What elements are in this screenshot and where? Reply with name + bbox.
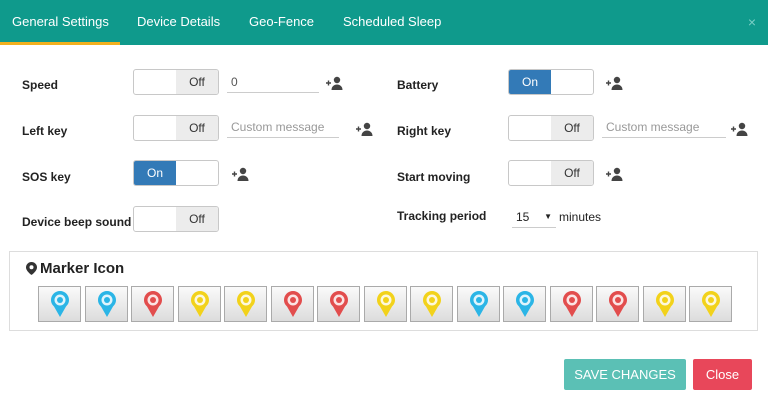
tab-bar: General Settings Device Details Geo-Fenc… [0, 0, 768, 45]
start-moving-toggle-off: Off [551, 161, 593, 185]
sos-key-toggle[interactable]: On [133, 160, 219, 186]
start-moving-label: Start moving [397, 170, 471, 184]
tracking-period-unit: minutes [559, 210, 602, 224]
right-key-message-input[interactable] [602, 116, 726, 138]
right-key-toggle-off: Off [551, 116, 593, 140]
sos-key-toggle-on: On [134, 161, 176, 185]
marker-option-flower[interactable] [596, 286, 639, 322]
flower-marker-icon [609, 291, 627, 317]
target-marker-icon [190, 291, 209, 317]
tab-geo-fence[interactable]: Geo-Fence [249, 0, 314, 45]
speed-input[interactable] [227, 71, 319, 93]
marker-option-bulb[interactable] [410, 286, 453, 322]
sos-key-label: SOS key [22, 170, 71, 184]
marker-option-cloud[interactable] [131, 286, 174, 322]
left-key-message-input[interactable] [227, 116, 339, 138]
globe-marker-icon [51, 291, 69, 317]
add-user-icon[interactable] [232, 167, 250, 181]
tracking-period-label: Tracking period [397, 209, 487, 223]
start-moving-toggle[interactable]: Off [508, 160, 594, 186]
add-user-icon[interactable] [731, 122, 749, 136]
close-button[interactable]: Close [693, 359, 752, 390]
close-icon[interactable]: × [748, 14, 756, 30]
add-user-icon[interactable] [606, 76, 624, 90]
marker-option-star[interactable] [456, 286, 500, 322]
marker-icon-panel: Marker Icon [9, 251, 758, 331]
beep-label: Device beep sound [22, 215, 132, 229]
add-user-icon[interactable] [606, 167, 624, 181]
shield-marker-icon [283, 291, 302, 317]
speed-toggle-off: Off [176, 70, 218, 94]
marker-option-minus[interactable] [84, 286, 128, 322]
marker-option-eye[interactable] [224, 286, 267, 322]
speed-toggle[interactable]: Off [133, 69, 219, 95]
key-marker-icon [376, 291, 395, 317]
right-key-label: Right key [397, 124, 452, 138]
marker-option-walker[interactable] [642, 286, 686, 322]
chat-marker-icon [702, 291, 720, 317]
marker-option-globe[interactable] [38, 286, 81, 322]
walker-marker-icon [655, 291, 674, 317]
car-marker-icon [330, 291, 348, 317]
tracking-period-select[interactable]: 15 ▼ [512, 206, 556, 228]
marker-option-compass[interactable] [549, 286, 593, 322]
marker-icon-title: Marker Icon [26, 260, 124, 277]
battery-label: Battery [397, 78, 439, 92]
marker-option-car[interactable] [317, 286, 360, 322]
chevron-down-icon: ▼ [544, 212, 552, 221]
eye-marker-icon [237, 291, 255, 317]
left-key-toggle-off: Off [176, 116, 218, 140]
left-key-label: Left key [22, 124, 68, 138]
save-changes-button[interactable]: SAVE CHANGES [564, 359, 686, 390]
add-user-icon[interactable] [356, 122, 374, 136]
add-user-icon[interactable] [326, 76, 344, 90]
marker-icon-title-text: Marker Icon [40, 260, 125, 277]
beep-toggle-off: Off [176, 207, 218, 231]
tracking-period-value: 15 [516, 210, 530, 224]
pencil-marker-icon [516, 291, 534, 317]
cloud-marker-icon [144, 291, 162, 317]
bulb-marker-icon [423, 291, 441, 317]
map-marker-icon [26, 262, 37, 275]
tab-general-settings[interactable]: General Settings [0, 0, 120, 45]
marker-option-chat[interactable] [689, 286, 732, 322]
speed-label: Speed [22, 78, 59, 92]
marker-option-key[interactable] [363, 286, 407, 322]
compass-marker-icon [562, 291, 581, 317]
minus-marker-icon [97, 291, 116, 317]
right-key-toggle[interactable]: Off [508, 115, 594, 141]
tab-scheduled-sleep[interactable]: Scheduled Sleep [343, 0, 441, 45]
battery-toggle-on: On [509, 70, 551, 94]
left-key-toggle[interactable]: Off [133, 115, 219, 141]
beep-toggle[interactable]: Off [133, 206, 219, 232]
marker-option-pencil[interactable] [503, 286, 546, 322]
battery-toggle[interactable]: On [508, 69, 594, 95]
star-marker-icon [469, 291, 488, 317]
marker-option-target[interactable] [177, 286, 221, 322]
tab-device-details[interactable]: Device Details [137, 0, 220, 45]
marker-option-shield[interactable] [270, 286, 314, 322]
